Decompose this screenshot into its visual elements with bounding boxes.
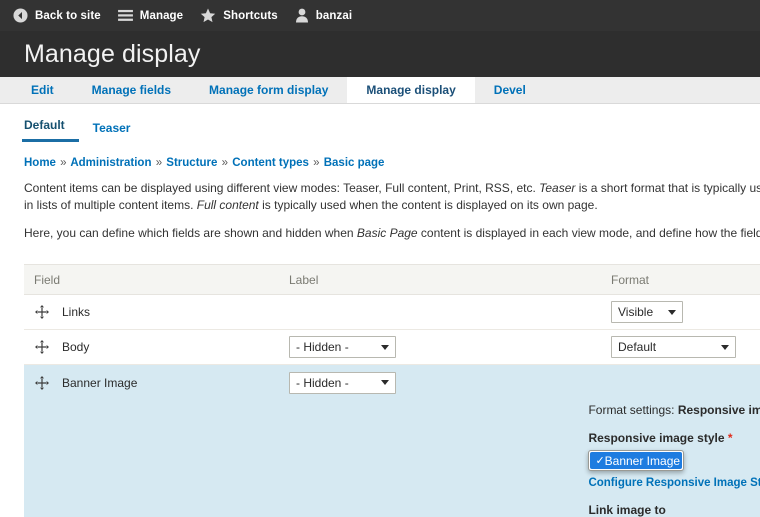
toolbar-label-back-to-site: Back to site: [35, 9, 101, 22]
toolbar-item-shortcuts[interactable]: Shortcuts: [196, 0, 291, 31]
drag-handle-icon[interactable]: [34, 339, 50, 355]
dropdown-option-label: Banner Image: [604, 453, 681, 468]
tab-manage-fields[interactable]: Manage fields: [73, 77, 190, 103]
intro-p1-text-c: is typically used when the content is di…: [258, 198, 598, 212]
user-icon: [295, 8, 309, 23]
drag-handle-icon[interactable]: [34, 375, 50, 391]
row-field-cell: Body: [24, 339, 289, 355]
secondary-tabs: Default Teaser: [0, 110, 760, 142]
page-title-band: Manage display: [0, 31, 760, 77]
toolbar-label-shortcuts: Shortcuts: [223, 9, 278, 22]
label-select-body-value: - Hidden -: [296, 340, 349, 354]
responsive-image-style-label: Responsive image style *: [588, 431, 760, 445]
intro-p1-emphasis-teaser: Teaser: [539, 181, 576, 195]
tab-manage-display[interactable]: Manage display: [347, 77, 475, 103]
breadcrumb-item-structure[interactable]: Structure: [166, 157, 217, 169]
breadcrumb-separator: »: [313, 157, 320, 169]
page-title: Manage display: [24, 39, 201, 68]
responsive-image-style-label-text: Responsive image style: [588, 431, 725, 445]
hamburger-icon: [117, 9, 133, 22]
link-image-to-label: Link image to: [588, 503, 666, 517]
toolbar-label-manage: Manage: [139, 9, 184, 22]
row-format-cell: Visible: [611, 301, 760, 323]
intro-p2-text-a: Here, you can define which fields are sh…: [24, 226, 357, 240]
breadcrumb-separator: »: [221, 157, 229, 169]
chevron-down-icon: [381, 344, 389, 350]
breadcrumb: Home » Administration » Structure » Cont…: [24, 157, 760, 169]
toolbar-item-manage[interactable]: Manage: [114, 0, 196, 31]
table-row: Links Visible: [24, 295, 760, 330]
tab-devel[interactable]: Devel: [475, 77, 545, 103]
field-name-links: Links: [62, 305, 91, 319]
chevron-down-icon: [668, 309, 676, 315]
required-asterisk: *: [727, 431, 733, 445]
field-name-banner-image: Banner Image: [62, 375, 138, 390]
label-select-banner-image[interactable]: - Hidden -: [289, 371, 396, 394]
label-select-body[interactable]: - Hidden -: [289, 336, 396, 358]
table-row: Body - Hidden - Default: [24, 330, 760, 365]
intro-p2-text-b: content is displayed in each view mode, …: [420, 226, 760, 240]
subtab-default[interactable]: Default: [22, 118, 79, 142]
breadcrumb-item-basic-page[interactable]: Basic page: [324, 157, 385, 169]
column-header-field: Field: [34, 272, 61, 287]
format-settings-title: Format settings: Responsive image: [588, 403, 760, 417]
primary-tabs: Edit Manage fields Manage form display M…: [0, 77, 760, 104]
field-name-body: Body: [62, 340, 90, 354]
tab-edit[interactable]: Edit: [12, 77, 73, 103]
column-header-format: Format: [611, 272, 650, 287]
intro-p1-text-a: Content items can be displayed using dif…: [24, 181, 540, 195]
row-label-cell: - Hidden -: [289, 371, 611, 394]
check-icon: ✓: [595, 455, 605, 467]
label-select-banner-image-value: - Hidden -: [296, 375, 349, 390]
format-settings-title-value: Responsive image: [677, 403, 760, 417]
main-content: Home » Administration » Structure » Cont…: [0, 157, 760, 517]
intro-p1-emphasis-full-content: Full content: [196, 198, 259, 212]
intro-paragraph-2: Here, you can define which fields are sh…: [24, 225, 760, 242]
tab-manage-form-display[interactable]: Manage form display: [190, 77, 347, 103]
breadcrumb-item-home[interactable]: Home: [24, 157, 56, 169]
display-settings-table: Field Label Format Links Visible Body - …: [24, 264, 760, 517]
row-format-cell: Default: [611, 336, 760, 358]
toolbar-label-user: banzai: [315, 9, 353, 22]
intro-p2-emphasis-basic-page: Basic Page: [356, 226, 418, 240]
format-select-links[interactable]: Visible: [611, 301, 683, 323]
table-row-banner-image: Banner Image - Hidden -: [24, 365, 760, 400]
row-field-cell: Links: [24, 304, 289, 320]
table-header-row: Field Label Format: [24, 264, 760, 295]
star-icon: [200, 8, 216, 23]
breadcrumb-separator: »: [60, 157, 67, 169]
back-arrow-icon: [13, 8, 28, 23]
toolbar-item-back-to-site[interactable]: Back to site: [9, 0, 114, 31]
breadcrumb-item-content-types[interactable]: Content types: [232, 157, 309, 169]
format-select-body-value: Default: [618, 340, 657, 354]
format-settings-title-prefix: Format settings:: [588, 403, 678, 417]
dropdown-option-banner-image[interactable]: ✓ Banner Image: [590, 452, 683, 469]
chevron-down-icon: [381, 380, 389, 385]
format-settings-row: Format settings: Responsive image Respon…: [24, 400, 760, 517]
intro-paragraph-1: Content items can be displayed using dif…: [24, 180, 760, 214]
breadcrumb-item-administration[interactable]: Administration: [70, 157, 151, 169]
format-select-links-value: Visible: [618, 305, 654, 319]
column-header-label: Label: [289, 272, 319, 287]
toolbar-item-user[interactable]: banzai: [291, 0, 365, 31]
breadcrumb-separator: »: [155, 157, 163, 169]
responsive-image-style-dropdown[interactable]: ✓ Banner Image: [588, 450, 685, 471]
drag-handle-icon[interactable]: [34, 304, 50, 320]
chevron-down-icon: [721, 344, 729, 350]
configure-responsive-image-styles-link[interactable]: Configure Responsive Image Styles: [588, 477, 760, 489]
format-settings-panel: Format settings: Responsive image Respon…: [588, 400, 760, 517]
format-select-body[interactable]: Default: [611, 336, 736, 358]
row-label-cell: - Hidden -: [289, 336, 611, 358]
subtab-teaser[interactable]: Teaser: [79, 121, 145, 142]
row-field-cell: Banner Image: [24, 375, 289, 391]
admin-toolbar: Back to site Manage Shortcuts banzai: [0, 0, 760, 31]
